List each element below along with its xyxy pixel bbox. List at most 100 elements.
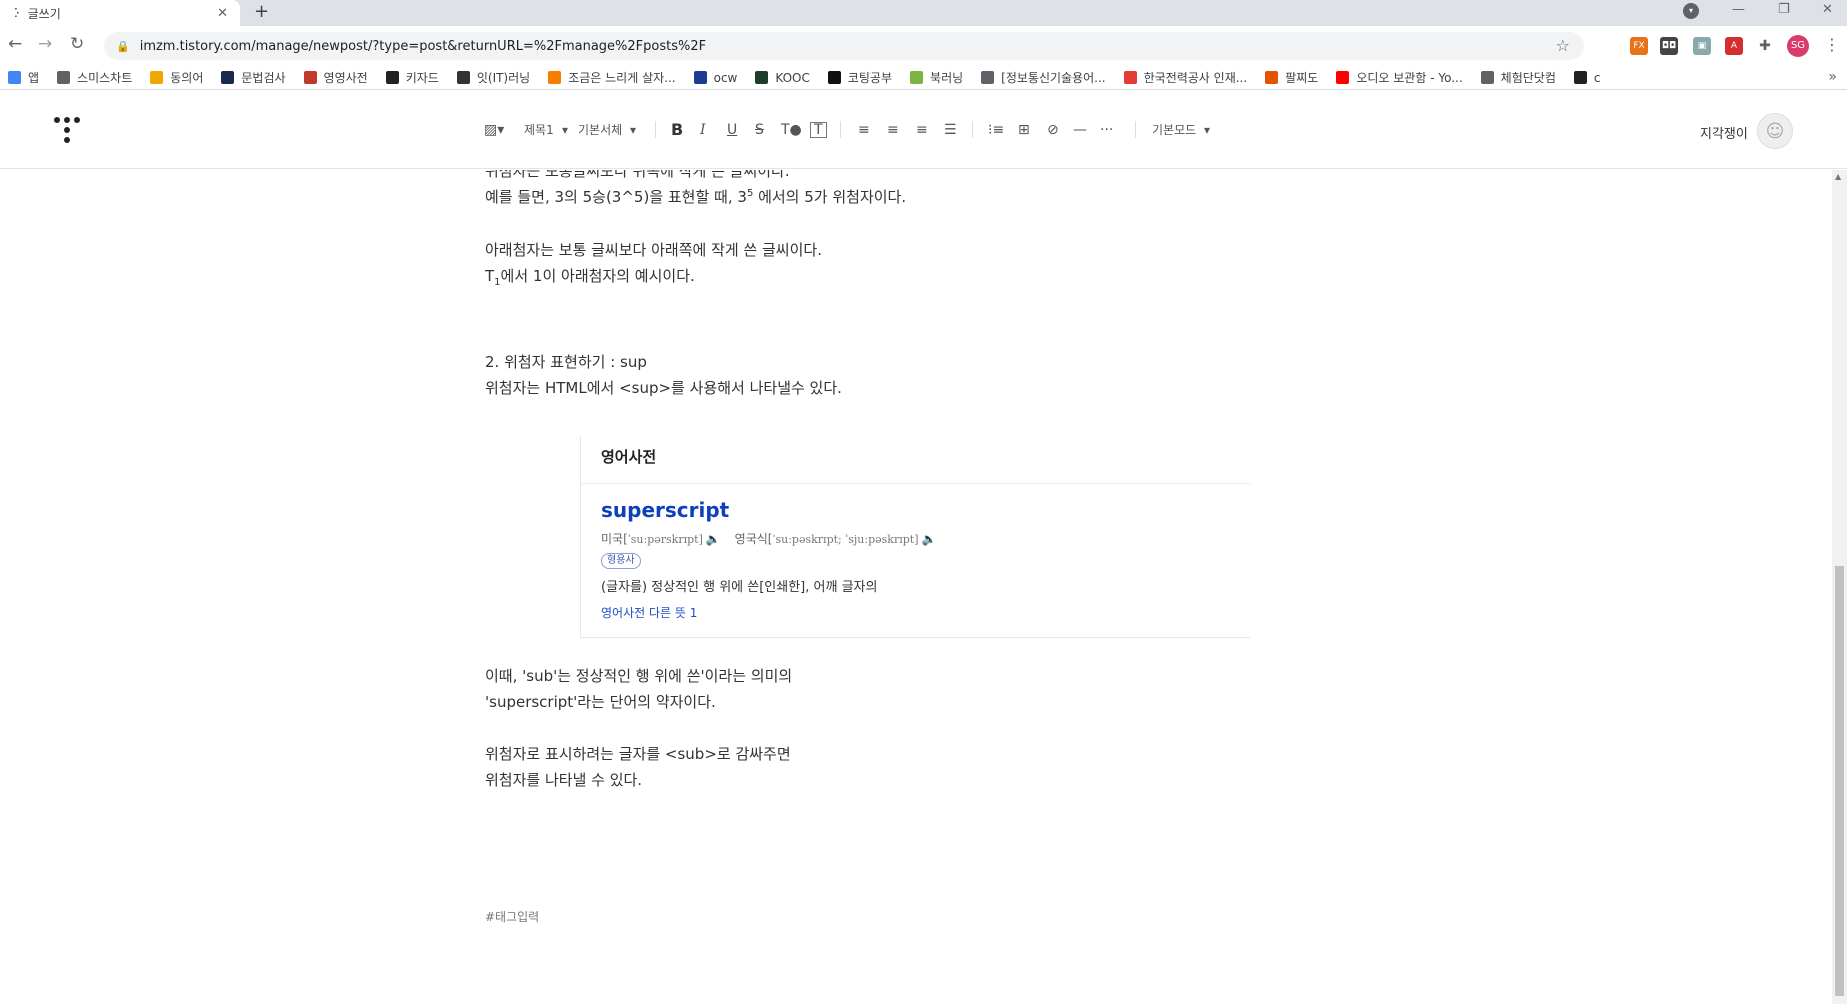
toolbar-divider: [655, 121, 656, 138]
bookmark-item[interactable]: 잇(IT)러닝: [456, 69, 531, 86]
paragraph[interactable]: 아래첨자는 보통 글씨보다 아래쪽에 작게 쓴 글씨이다.: [485, 237, 822, 263]
heading-chevron-icon[interactable]: ▾: [562, 121, 568, 139]
align-right-icon[interactable]: ≡: [916, 121, 928, 139]
paragraph[interactable]: 위첨자는 보통글씨보다 위쪽에 작게 쓴 글씨이다.: [485, 170, 790, 184]
extension-fx-icon[interactable]: FX: [1630, 37, 1648, 55]
scroll-up-icon[interactable]: ▲: [1835, 172, 1841, 181]
underline-icon[interactable]: U: [727, 121, 737, 139]
bullet-list-icon[interactable]: ⁝≡: [988, 121, 1004, 139]
speaker-icon[interactable]: 🔈: [922, 532, 937, 546]
table-icon[interactable]: ⊞: [1018, 121, 1030, 139]
align-left-icon[interactable]: ≡: [858, 121, 870, 139]
scrollbar-thumb[interactable]: [1835, 566, 1844, 996]
new-tab-button[interactable]: +: [254, 1, 269, 22]
font-dropdown[interactable]: 기본서체: [578, 121, 622, 139]
bookmark-star-icon[interactable]: ☆: [1556, 36, 1570, 55]
more-tools-icon[interactable]: ···: [1100, 121, 1113, 139]
mode-chevron-icon[interactable]: ▾: [1204, 121, 1210, 139]
text-color-icon[interactable]: T●: [781, 121, 802, 139]
bookmark-item[interactable]: [정보통신기술용어...: [981, 69, 1106, 86]
scrollbar[interactable]: ▲: [1832, 170, 1847, 1004]
bookmark-item[interactable]: 팔찌도: [1265, 69, 1318, 86]
tab-strip: ⁚· 글쓰기 ✕ + ▾ — ❐ ✕: [0, 0, 1847, 26]
paragraph[interactable]: 'superscript'라는 단어의 약자이다.: [485, 689, 716, 715]
bookmark-favicon-icon: [303, 71, 317, 84]
editor-mode-dropdown[interactable]: 기본모드: [1152, 121, 1196, 139]
text-run: 에서의 5가 위첨자이다.: [753, 188, 907, 206]
bookmark-favicon-icon: [57, 71, 71, 84]
bookmark-label: 문법검사: [241, 71, 286, 85]
bold-icon[interactable]: B: [671, 121, 683, 139]
bookmark-label: 잇(IT)러닝: [476, 71, 531, 85]
extensions-puzzle-icon[interactable]: ✚: [1756, 37, 1774, 55]
bookmark-item[interactable]: 체험단닷컴: [1480, 69, 1556, 86]
italic-icon[interactable]: I: [700, 121, 706, 139]
paragraph[interactable]: 위첨자를 나타낼 수 있다.: [485, 767, 642, 793]
reload-button[interactable]: ↻: [70, 34, 84, 54]
close-tab-icon[interactable]: ✕: [217, 6, 228, 21]
bookmark-item[interactable]: 동의어: [150, 69, 203, 86]
bookmark-item[interactable]: 문법검사: [221, 69, 286, 86]
browser-tab[interactable]: ⁚· 글쓰기 ✕: [0, 0, 240, 26]
minimize-button[interactable]: —: [1732, 2, 1745, 17]
extension-glasses-icon[interactable]: ◘◘: [1660, 37, 1678, 55]
bookmark-item[interactable]: KOOC: [755, 71, 810, 85]
bookmark-item[interactable]: c: [1573, 70, 1601, 85]
extension-pdf-icon[interactable]: A: [1725, 37, 1743, 55]
bookmark-label: 팔찌도: [1285, 71, 1319, 85]
bookmark-item[interactable]: 스미스차트: [57, 69, 132, 86]
text-run: 예를 들면, 3의 5승(3^5)을 표현할 때, 3: [485, 188, 747, 206]
paragraph[interactable]: 이때, 'sub'는 정상적인 행 위에 쓴'이라는 의미의: [485, 663, 792, 689]
editor-content[interactable]: 위첨자는 보통글씨보다 위쪽에 작게 쓴 글씨이다. 예를 들면, 3의 5승(…: [0, 170, 1830, 1004]
bookmark-label: 앱: [28, 71, 40, 85]
paragraph[interactable]: 위첨자로 표시하려는 글자를 <sub>로 감싸주면: [485, 741, 791, 767]
dictionary-card[interactable]: 영어사전 superscript 미국[ˈsuːpərskrɪpt] 🔈 영국식[…: [580, 436, 1251, 638]
bookmark-label: 영영사전: [323, 71, 368, 85]
bookmark-item[interactable]: ocw: [693, 71, 737, 85]
profile-avatar[interactable]: SG: [1787, 35, 1809, 57]
bookmark-item[interactable]: 북러닝: [910, 69, 963, 86]
paragraph[interactable]: 예를 들면, 3의 5승(3^5)을 표현할 때, 35 에서의 5가 위첨자이…: [485, 184, 906, 210]
user-avatar[interactable]: ☺: [1757, 113, 1793, 149]
bookmark-item[interactable]: 오디오 보관함 - Yo...: [1336, 69, 1463, 86]
text-background-icon[interactable]: T: [810, 122, 827, 138]
tab-search-icon[interactable]: ▾: [1683, 3, 1699, 19]
bookmark-item[interactable]: 한국전력공사 인재...: [1123, 69, 1247, 86]
speaker-icon[interactable]: 🔈: [706, 532, 721, 546]
part-of-speech-badge: 형용사: [601, 553, 641, 569]
bookmark-item[interactable]: 영영사전: [303, 69, 368, 86]
align-center-icon[interactable]: ≡: [887, 121, 899, 139]
insert-image-icon[interactable]: ▨▾: [484, 121, 504, 139]
bookmarks-overflow-icon[interactable]: »: [1828, 69, 1837, 85]
more-meanings-link[interactable]: 영어사전 다른 뜻 1: [601, 604, 697, 621]
tistory-logo-icon[interactable]: [54, 117, 80, 143]
bookmark-item[interactable]: 앱: [8, 69, 39, 86]
lock-icon[interactable]: 🔒: [116, 40, 130, 53]
strikethrough-icon[interactable]: S: [755, 121, 764, 139]
bookmark-label: c: [1593, 70, 1601, 85]
tag-input[interactable]: #태그입력: [485, 908, 539, 925]
horizontal-rule-icon[interactable]: —: [1073, 121, 1087, 139]
window-close-button[interactable]: ✕: [1822, 2, 1833, 17]
link-icon[interactable]: ⊘: [1047, 121, 1059, 139]
bookmark-item[interactable]: 키자드: [385, 69, 439, 86]
paragraph[interactable]: T1에서 1이 아래첨자의 예시이다.: [485, 263, 695, 289]
url-text[interactable]: imzm.tistory.com/manage/newpost/?type=po…: [140, 39, 706, 54]
back-button[interactable]: ←: [8, 34, 22, 54]
forward-button[interactable]: →: [38, 34, 52, 54]
font-chevron-icon[interactable]: ▾: [630, 121, 636, 139]
bookmark-item[interactable]: 코팅공부: [827, 69, 892, 86]
paragraph[interactable]: 위첨자는 HTML에서 <sup>를 사용해서 나타낼수 있다.: [485, 375, 842, 401]
tistory-favicon-icon: ⁚·: [14, 6, 19, 20]
align-justify-icon[interactable]: ☰: [944, 121, 957, 139]
bookmark-favicon-icon: [385, 71, 399, 84]
browser-menu-icon[interactable]: ⋮: [1824, 35, 1840, 54]
bookmark-item[interactable]: 조금은 느리게 살자...: [548, 69, 676, 86]
dictionary-word[interactable]: superscript: [601, 498, 729, 522]
restore-button[interactable]: ❐: [1778, 2, 1790, 17]
paragraph[interactable]: 2. 위첨자 표현하기 : sup: [485, 349, 647, 375]
extension-screen-icon[interactable]: ▣: [1693, 37, 1711, 55]
address-bar[interactable]: 🔒 imzm.tistory.com/manage/newpost/?type=…: [104, 32, 1584, 60]
user-name[interactable]: 지각쟁이: [1700, 123, 1748, 142]
heading-dropdown[interactable]: 제목1: [524, 121, 554, 139]
